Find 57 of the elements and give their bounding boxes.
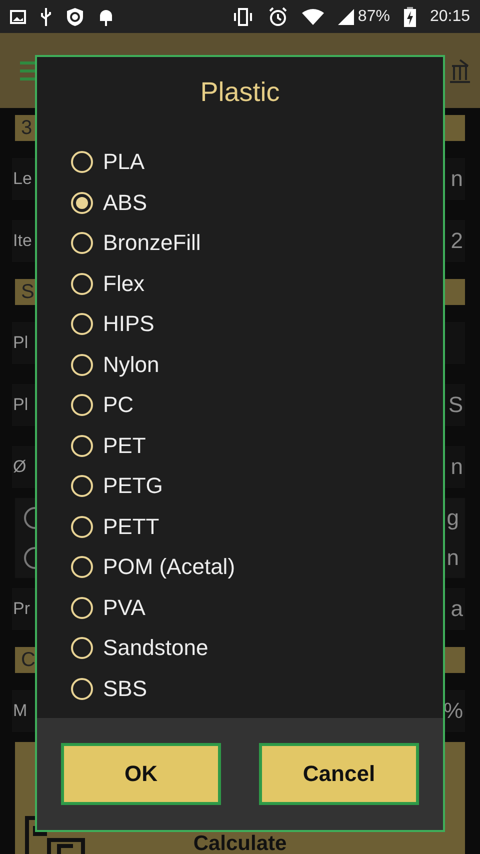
field-label: Ite bbox=[13, 231, 32, 251]
usb-icon bbox=[40, 6, 52, 26]
option-label[interactable]: POM (Acetal) bbox=[103, 554, 236, 580]
field-label: M bbox=[13, 701, 28, 721]
field-label: Pl bbox=[13, 395, 28, 415]
radio-button[interactable] bbox=[71, 354, 93, 376]
field-value: S bbox=[448, 392, 463, 418]
radio-button[interactable] bbox=[71, 151, 93, 174]
radio-button[interactable] bbox=[71, 313, 93, 336]
field-value: a bbox=[450, 596, 463, 622]
field-value: 2 bbox=[450, 228, 463, 254]
field-label: Pl bbox=[13, 333, 28, 353]
radio-button[interactable] bbox=[71, 434, 93, 457]
shield-icon bbox=[66, 6, 84, 26]
option-label[interactable]: PLA bbox=[103, 149, 145, 176]
battery-percent: 87% bbox=[358, 8, 390, 26]
dialog-title: Plastic bbox=[200, 76, 280, 108]
radio-button[interactable] bbox=[71, 516, 93, 538]
option-label[interactable]: PVA bbox=[103, 594, 146, 621]
image-icon bbox=[10, 10, 26, 24]
cancel-button[interactable]: Cancel bbox=[259, 743, 419, 805]
option-label[interactable]: PET bbox=[103, 432, 146, 459]
wifi-icon bbox=[302, 8, 324, 24]
option-label[interactable]: BronzeFill bbox=[103, 230, 201, 256]
option-label[interactable]: Nylon bbox=[103, 352, 160, 378]
ok-button[interactable]: OK bbox=[61, 743, 221, 805]
signal-icon bbox=[338, 8, 354, 24]
field-value: n bbox=[450, 454, 463, 480]
alarm-icon bbox=[268, 6, 288, 26]
field-label: Ø bbox=[13, 457, 26, 477]
battery-charging-icon bbox=[404, 6, 416, 26]
field-value: % bbox=[443, 698, 463, 724]
radio-icon[interactable] bbox=[21, 546, 35, 570]
menu-icon[interactable] bbox=[20, 60, 36, 82]
vibrate-icon bbox=[232, 8, 254, 26]
radio-button[interactable] bbox=[71, 637, 93, 660]
field-value: n bbox=[450, 166, 463, 192]
radio-button[interactable] bbox=[71, 556, 93, 578]
radio-icon[interactable] bbox=[21, 506, 35, 530]
option-label[interactable]: PETG bbox=[103, 473, 163, 500]
radio-button[interactable] bbox=[71, 394, 93, 416]
option-label[interactable]: HIPS bbox=[103, 311, 154, 338]
option-label[interactable]: PETT bbox=[103, 514, 160, 540]
field-label: Pr bbox=[13, 599, 30, 619]
clock-time: 20:15 bbox=[430, 8, 470, 26]
option-label[interactable]: ABS bbox=[103, 190, 148, 216]
radio-button[interactable] bbox=[71, 272, 93, 295]
radio-button[interactable] bbox=[71, 192, 93, 214]
option-label[interactable]: SBS bbox=[103, 676, 148, 702]
field-value: n bbox=[446, 545, 459, 571]
radio-button[interactable] bbox=[71, 475, 93, 498]
field-value: g bbox=[446, 505, 459, 531]
option-label[interactable]: PC bbox=[103, 392, 134, 418]
field-label: Le bbox=[13, 169, 32, 189]
radio-button[interactable] bbox=[71, 232, 93, 254]
radio-button[interactable] bbox=[71, 596, 93, 619]
radio-button[interactable] bbox=[71, 678, 93, 700]
